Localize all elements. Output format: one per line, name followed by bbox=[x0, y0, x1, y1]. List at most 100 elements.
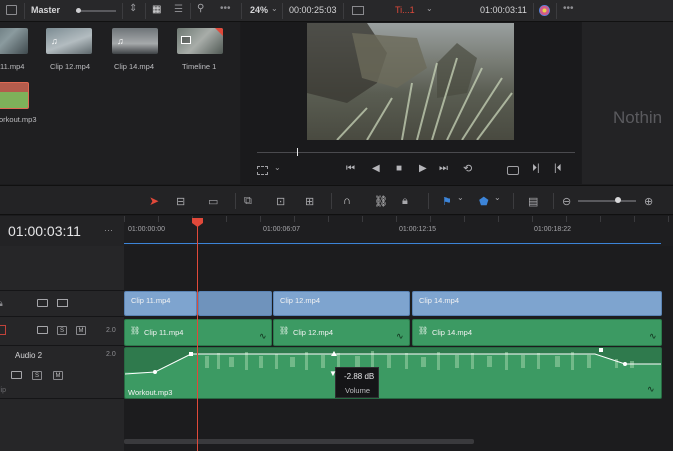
bin-name[interactable]: Master bbox=[31, 5, 60, 15]
overwrite-clip-icon[interactable]: ⊡ bbox=[276, 195, 285, 208]
fade-curve-icon: ∿ bbox=[396, 331, 404, 341]
playhead[interactable] bbox=[192, 218, 203, 451]
mute-button[interactable]: M bbox=[53, 371, 63, 380]
clip-name: Clip 11.mp4 bbox=[144, 328, 184, 337]
lock-icon[interactable]: 🔒︎ bbox=[402, 195, 408, 208]
audio-waveform bbox=[125, 348, 661, 398]
chevron-down-icon[interactable]: ⌄ bbox=[494, 193, 501, 202]
media-label: orkout.mp3 bbox=[0, 115, 37, 124]
auto-select-icon[interactable] bbox=[11, 371, 22, 379]
media-thumbnail-timeline-1[interactable] bbox=[177, 28, 223, 54]
chevron-down-icon[interactable]: ⌄ bbox=[457, 193, 464, 202]
play-reverse-icon[interactable]: ◀ bbox=[372, 163, 380, 174]
mute-button[interactable]: M bbox=[76, 326, 86, 335]
skip-to-start-icon[interactable]: ⏮ bbox=[346, 163, 355, 174]
next-edit-icon[interactable]: ⏵| bbox=[532, 163, 540, 174]
clip-name: Clip 14.mp4 bbox=[432, 328, 473, 337]
zoom-out-icon[interactable]: ⊖ bbox=[562, 195, 571, 208]
video-clip[interactable] bbox=[198, 291, 272, 316]
media-label: Clip 14.mp4 bbox=[114, 62, 155, 71]
selection-tool-icon[interactable]: ➤ bbox=[149, 194, 159, 208]
timeline-view-options-icon[interactable]: ▤ bbox=[528, 195, 538, 208]
lock-icon[interactable]: 🔒︎ bbox=[0, 298, 3, 309]
inspector-panel: Nothin bbox=[582, 22, 673, 184]
solo-button[interactable]: S bbox=[32, 371, 42, 380]
audio-clip[interactable]: ⛓ Clip 12.mp4 ∿ bbox=[273, 319, 410, 346]
zoom-level[interactable]: 24% bbox=[250, 5, 268, 15]
audio-track-1-header: S M 2.0 bbox=[0, 318, 124, 346]
more-options-icon[interactable]: ••• bbox=[563, 3, 574, 14]
prev-edit-icon[interactable]: |⏴ bbox=[554, 163, 562, 174]
track-headers: 🔒︎ S M 2.0 Audio 2 2.0 S M Clip bbox=[0, 246, 124, 451]
media-thumbnail-clip-14[interactable]: ♫ bbox=[112, 28, 158, 54]
video-track-header: 🔒︎ bbox=[0, 290, 124, 317]
timeline-icon bbox=[181, 36, 191, 44]
audio-clip-workout[interactable]: Workout.mp3 ∿ bbox=[124, 347, 662, 399]
color-wheel-icon[interactable] bbox=[539, 5, 550, 16]
ruler-tick-label: 01:00:00:00 bbox=[128, 226, 165, 233]
video-visibility-icon[interactable] bbox=[57, 299, 68, 307]
video-clip[interactable]: Clip 12.mp4 bbox=[273, 291, 410, 316]
record-arm-icon[interactable] bbox=[0, 325, 6, 335]
track-name[interactable]: Audio 2 bbox=[15, 351, 42, 360]
insert-clip-icon[interactable]: ⧉ bbox=[244, 195, 252, 208]
stop-icon[interactable]: ■ bbox=[396, 163, 402, 174]
clip-name: Clip 12.mp4 bbox=[293, 328, 334, 337]
media-thumbnail-clip-12[interactable]: ♫ bbox=[46, 28, 92, 54]
video-clip[interactable]: Clip 14.mp4 bbox=[412, 291, 662, 316]
zoom-in-icon[interactable]: ⊕ bbox=[644, 195, 653, 208]
tooltip-caption: Volume bbox=[345, 386, 371, 395]
razor-tool-icon[interactable]: ▭ bbox=[208, 195, 218, 208]
flag-icon[interactable]: ⚑ bbox=[442, 195, 452, 208]
timeline-tracks[interactable]: Clip 11.mp4 Clip 12.mp4 Clip 14.mp4 ⛓ Cl… bbox=[124, 246, 673, 451]
source-timecode: 00:00:25:03 bbox=[289, 5, 337, 15]
list-view-icon[interactable]: ☰ bbox=[174, 4, 183, 15]
panel-toggle-icon[interactable] bbox=[6, 5, 17, 15]
linked-selection-icon[interactable]: ⛓ bbox=[374, 195, 388, 208]
replace-clip-icon[interactable]: ⊞ bbox=[305, 195, 314, 208]
sort-icon[interactable]: ⇕ bbox=[129, 3, 137, 14]
marker-icon[interactable]: ⬟ bbox=[479, 195, 489, 208]
timeline-name[interactable]: Ti...1 bbox=[395, 5, 415, 15]
inspector-empty-text: Nothin bbox=[613, 108, 663, 127]
clip-name: Clip 12.mp4 bbox=[280, 296, 321, 305]
track-type-label: Clip bbox=[0, 387, 7, 394]
match-frame-icon[interactable] bbox=[507, 166, 519, 175]
timeline-ruler[interactable]: 01:00:00:00 01:00:06:07 01:00:12:15 01:0… bbox=[124, 216, 673, 246]
thumbnail-size-slider[interactable] bbox=[76, 8, 116, 13]
audio-clip[interactable]: ⛓ Clip 14.mp4 ∿ bbox=[412, 319, 662, 346]
skip-to-end-icon[interactable]: ⏭ bbox=[439, 163, 448, 174]
video-clip[interactable]: Clip 11.mp4 bbox=[124, 291, 197, 316]
solo-button[interactable]: S bbox=[57, 326, 67, 335]
play-icon[interactable]: ▶ bbox=[419, 163, 427, 174]
audio-track-2-header: Audio 2 2.0 S M Clip bbox=[0, 347, 124, 399]
auto-select-icon[interactable] bbox=[37, 299, 48, 307]
more-options-icon[interactable]: ⋯ bbox=[104, 225, 113, 236]
media-thumbnail-workout[interactable] bbox=[0, 82, 29, 109]
clip-name: Clip 14.mp4 bbox=[419, 296, 460, 305]
chevron-down-icon[interactable]: ⌄ bbox=[274, 163, 281, 172]
timeline-zoom-slider[interactable] bbox=[578, 197, 636, 203]
media-label: Timeline 1 bbox=[182, 62, 217, 71]
snapping-icon[interactable]: ∩ bbox=[343, 195, 351, 207]
auto-select-icon[interactable] bbox=[37, 326, 48, 334]
edit-toolbar: ➤ ⊟ ▭ ⧉ ⊡ ⊞ ∩ ⛓ 🔒︎ ⚑ ⌄ ⬟ ⌄ ▤ ⊖ ⊕ bbox=[0, 185, 673, 215]
split-viewer-icon[interactable] bbox=[352, 6, 364, 15]
timeline-scrollbar[interactable] bbox=[124, 439, 474, 444]
trim-tool-icon[interactable]: ⊟ bbox=[176, 195, 185, 208]
volume-tooltip: ▼ -2.88 dB Volume bbox=[329, 367, 379, 398]
media-label: Clip 12.mp4 bbox=[50, 62, 91, 71]
chevron-down-icon[interactable]: ⌄ bbox=[271, 4, 278, 13]
search-icon[interactable]: ⚲ bbox=[197, 3, 204, 14]
timeline-header: 01:00:03:11 ⋯ bbox=[0, 216, 124, 246]
grid-view-icon[interactable]: ▦ bbox=[152, 4, 161, 15]
safe-area-icon[interactable] bbox=[257, 166, 268, 175]
media-thumbnail-clip-11[interactable] bbox=[0, 28, 28, 54]
audio-level: 2.0 bbox=[106, 351, 116, 358]
viewer-scrubber[interactable] bbox=[257, 148, 575, 156]
chevron-down-icon[interactable]: ⌄ bbox=[426, 4, 433, 13]
more-options-icon[interactable]: ••• bbox=[220, 3, 231, 14]
audio-clip[interactable]: ⛓ Clip 11.mp4 ∿ bbox=[124, 319, 272, 346]
active-timeline-flag-icon bbox=[215, 28, 223, 36]
loop-icon[interactable]: ⟲ bbox=[463, 162, 472, 175]
